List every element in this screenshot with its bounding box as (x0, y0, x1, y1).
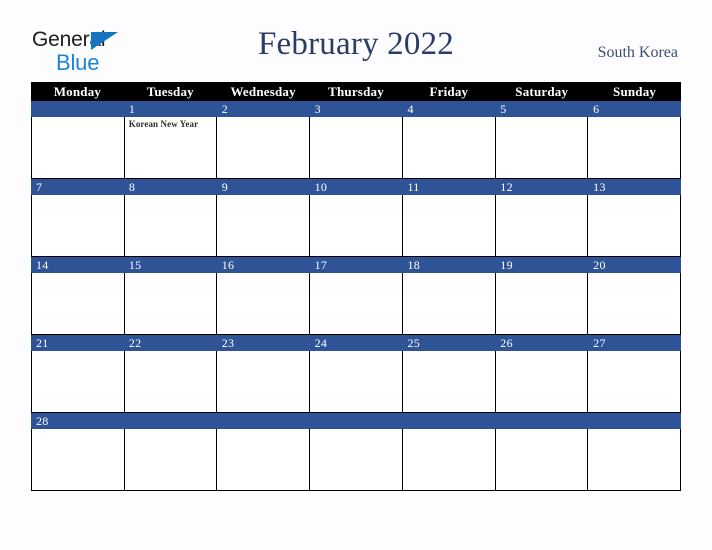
date-band-cell: 21 (31, 335, 124, 351)
date-band-cell: 19 (495, 257, 588, 273)
day-number: 28 (36, 414, 49, 428)
day-number: 13 (593, 180, 606, 194)
weekday-header-tuesday: Tuesday (146, 84, 194, 99)
weekday-header-row: Monday Tuesday Wednesday Thursday Friday… (31, 82, 681, 101)
weekday-header-saturday: Saturday (515, 84, 569, 99)
date-band-cell: 11 (402, 179, 495, 195)
date-band-cell: 2 (217, 101, 310, 117)
weekday-header-thursday: Thursday (328, 84, 384, 99)
date-band-cell: 25 (402, 335, 495, 351)
day-number: 1 (128, 102, 136, 116)
day-number: 22 (128, 336, 142, 350)
date-band-cell: 15 (124, 257, 217, 273)
date-band-cell: 28 (31, 413, 124, 429)
date-band-cell: 7 (31, 179, 124, 195)
weekday-header-friday: Friday (429, 84, 469, 99)
day-number: 7 (36, 180, 43, 194)
calendar-week-row: Korean New Year 1 2 3 4 5 6 (31, 101, 682, 179)
calendar-week-row: 28 (31, 413, 682, 491)
weekday-header-sunday: Sunday (613, 84, 657, 99)
day-number: 26 (500, 336, 513, 350)
day-number: 16 (221, 258, 235, 272)
week-date-band: 1 2 3 4 5 6 (31, 101, 681, 117)
week-date-band: 21 22 23 24 25 26 27 (31, 335, 681, 351)
date-band-cell (31, 101, 124, 117)
day-number: 19 (500, 258, 513, 272)
day-number: 9 (221, 180, 229, 194)
date-band-cell: 17 (310, 257, 403, 273)
date-band-cell: 14 (31, 257, 124, 273)
week-date-band: 14 15 16 17 18 19 20 (31, 257, 681, 273)
date-band-cell: 6 (588, 101, 681, 117)
day-number: 27 (593, 336, 606, 350)
calendar-week-row: 14 15 16 17 18 19 20 (31, 257, 682, 335)
date-band-cell (310, 413, 403, 429)
date-band-cell: 20 (588, 257, 681, 273)
date-band-cell: 3 (310, 101, 403, 117)
date-band-cell (402, 413, 495, 429)
weekday-header-wednesday: Wednesday (230, 84, 296, 99)
date-band-cell: 9 (217, 179, 310, 195)
day-number: 4 (407, 102, 414, 116)
day-number: 10 (314, 180, 328, 194)
date-band-cell: 27 (588, 335, 681, 351)
day-number: 23 (221, 336, 235, 350)
date-band-cell: 24 (310, 335, 403, 351)
day-number: 5 (500, 102, 507, 116)
calendar-week-row: 7 8 9 10 11 12 13 (31, 179, 682, 257)
day-number: 14 (36, 258, 49, 272)
date-band-cell (124, 413, 217, 429)
day-number: 17 (314, 258, 328, 272)
date-band-cell (495, 413, 588, 429)
page-header: General Blue February 2022 South Korea (0, 0, 712, 80)
date-band-cell (588, 413, 681, 429)
calendar-table: Monday Tuesday Wednesday Thursday Friday… (31, 82, 682, 491)
date-band-cell: 12 (495, 179, 588, 195)
day-number: 20 (593, 258, 606, 272)
day-number: 15 (128, 258, 142, 272)
date-band-cell: 10 (310, 179, 403, 195)
day-number: 2 (221, 102, 229, 116)
week-date-band: 7 8 9 10 11 12 13 (31, 179, 681, 195)
day-number: 25 (407, 336, 421, 350)
day-number: 12 (500, 180, 513, 194)
day-number: 11 (407, 180, 420, 194)
calendar-week-row: 21 22 23 24 25 26 27 (31, 335, 682, 413)
date-band-cell: 1 (124, 101, 217, 117)
date-band-cell: 8 (124, 179, 217, 195)
holiday-label: Korean New Year (128, 119, 199, 129)
day-number: 18 (407, 258, 421, 272)
date-band-cell: 22 (124, 335, 217, 351)
country-label: South Korea (597, 44, 678, 61)
date-band-cell: 18 (402, 257, 495, 273)
calendar-page: General Blue February 2022 South Korea M… (0, 0, 712, 550)
day-number: 24 (314, 336, 328, 350)
weekday-header-monday: Monday (53, 84, 102, 99)
week-date-band: 28 (31, 413, 681, 429)
date-band-cell: 13 (588, 179, 681, 195)
date-band-cell: 16 (217, 257, 310, 273)
day-number: 3 (314, 102, 321, 116)
date-band-cell: 26 (495, 335, 588, 351)
day-number: 8 (128, 180, 136, 194)
date-band-cell (217, 413, 310, 429)
date-band-cell: 23 (217, 335, 310, 351)
date-band-cell: 5 (495, 101, 588, 117)
day-number: 6 (593, 102, 600, 116)
day-number: 21 (36, 336, 49, 350)
date-band-cell: 4 (402, 101, 495, 117)
